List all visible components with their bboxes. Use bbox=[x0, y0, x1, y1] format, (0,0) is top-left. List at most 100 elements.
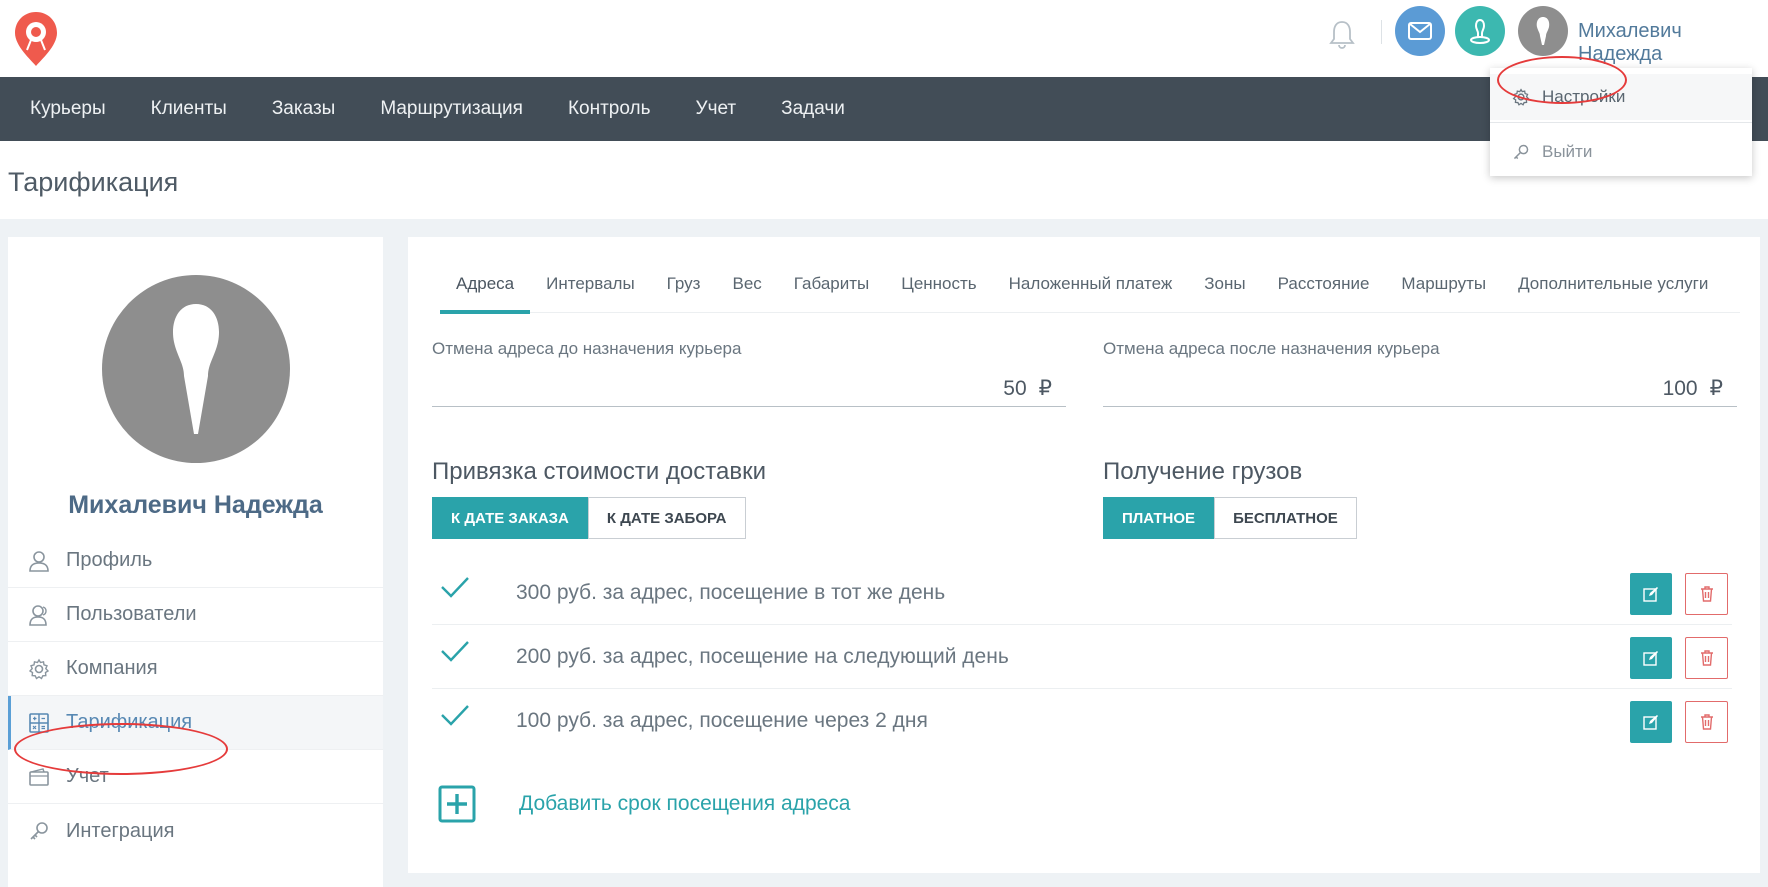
check-icon bbox=[441, 705, 469, 726]
cancel-before-field: Отмена адреса до назначения курьера 50 ₽ bbox=[432, 339, 1066, 407]
profile-menu: Профиль Пользователи Компания Тарификаци… bbox=[8, 534, 383, 858]
rate-text: 300 руб. за адрес, посещение в тот же де… bbox=[516, 581, 946, 604]
tariff-tabs: Адреса Интервалы Груз Вес Габариты Ценно… bbox=[440, 237, 1740, 314]
gear-icon bbox=[1512, 88, 1530, 106]
sidebar-item-label: Компания bbox=[66, 657, 158, 679]
trash-icon bbox=[1700, 650, 1713, 666]
tab-cargo[interactable]: Груз bbox=[651, 274, 717, 312]
bell-icon[interactable] bbox=[1327, 18, 1357, 50]
tab-value[interactable]: Ценность bbox=[885, 274, 992, 312]
nav-item-clients[interactable]: Клиенты bbox=[151, 98, 227, 120]
cancel-after-value: 100 bbox=[1662, 376, 1698, 400]
cancel-before-label: Отмена адреса до назначения курьера bbox=[432, 339, 742, 358]
tab-zones[interactable]: Зоны bbox=[1188, 274, 1261, 312]
profile-panel: Михалевич Надежда Профиль Пользователи К… bbox=[8, 237, 383, 887]
avatar bbox=[102, 275, 290, 463]
trash-icon bbox=[1700, 586, 1713, 602]
paid-button[interactable]: ПЛАТНОЕ bbox=[1103, 497, 1215, 539]
sidebar-item-company[interactable]: Компания bbox=[8, 642, 383, 696]
sidebar-item-profile[interactable]: Профиль bbox=[8, 534, 383, 588]
key-icon bbox=[30, 822, 48, 840]
tab-routes[interactable]: Маршруты bbox=[1385, 274, 1502, 312]
rate-row: 300 руб. за адрес, посещение в тот же де… bbox=[432, 561, 1732, 625]
binding-title: Привязка стоимости доставки bbox=[432, 458, 766, 485]
sidebar-item-label: Пользователи bbox=[66, 603, 197, 625]
tab-distance[interactable]: Расстояние bbox=[1262, 274, 1386, 312]
tab-weight[interactable]: Вес bbox=[716, 274, 777, 312]
sidebar-item-label: Учет bbox=[66, 765, 109, 787]
nav-item-control[interactable]: Контроль bbox=[568, 98, 651, 120]
nav-item-routing[interactable]: Маршрутизация bbox=[380, 98, 523, 120]
rate-row: 200 руб. за адрес, посещение на следующи… bbox=[432, 625, 1732, 689]
ruble-icon: ₽ bbox=[1709, 377, 1723, 400]
tab-addresses[interactable]: Адреса bbox=[440, 274, 531, 314]
sidebar-item-users[interactable]: Пользователи bbox=[8, 588, 383, 642]
calculator-icon bbox=[29, 712, 49, 733]
user-dropdown-menu: Настройки Выйти bbox=[1490, 56, 1752, 176]
nav-item-orders[interactable]: Заказы bbox=[272, 98, 336, 120]
delete-button[interactable] bbox=[1685, 637, 1728, 679]
tab-intervals[interactable]: Интервалы bbox=[530, 274, 651, 312]
cancel-before-value: 50 bbox=[1003, 376, 1027, 400]
cancel-after-label: Отмена адреса после назначения курьера bbox=[1103, 339, 1440, 358]
check-icon bbox=[441, 641, 469, 662]
pin-logo-icon[interactable] bbox=[13, 10, 59, 68]
top-header: Михалевич Надежда bbox=[0, 0, 1768, 77]
tab-extra-services[interactable]: Дополнительные услуги bbox=[1502, 274, 1724, 312]
edit-icon bbox=[1643, 715, 1658, 730]
sidebar-item-tariffs[interactable]: Тарификация bbox=[8, 696, 383, 750]
wallet-icon bbox=[29, 767, 49, 786]
sidebar-item-label: Интеграция bbox=[66, 819, 175, 842]
cancel-before-input[interactable]: 50 ₽ bbox=[432, 371, 1066, 407]
binding-toggle: К ДАТЕ ЗАКАЗА К ДАТЕ ЗАБОРА bbox=[432, 497, 746, 539]
sidebar-item-label: Профиль bbox=[66, 549, 153, 571]
user-avatar-icon[interactable] bbox=[1518, 6, 1568, 56]
delete-button[interactable] bbox=[1685, 573, 1728, 615]
rate-text: 100 руб. за адрес, посещение через 2 дня bbox=[516, 709, 928, 732]
rate-text: 200 руб. за адрес, посещение на следующи… bbox=[516, 645, 1009, 668]
add-visit-term[interactable]: Добавить срок посещения адреса bbox=[438, 782, 850, 826]
add-visit-term-label[interactable]: Добавить срок посещения адреса bbox=[519, 792, 850, 816]
cargo-toggle: ПЛАТНОЕ БЕСПЛАТНОЕ bbox=[1103, 497, 1357, 539]
order-date-button[interactable]: К ДАТЕ ЗАКАЗА bbox=[432, 497, 588, 539]
free-button[interactable]: БЕСПЛАТНОЕ bbox=[1214, 497, 1357, 539]
edit-button[interactable] bbox=[1630, 637, 1672, 679]
pickup-date-button[interactable]: К ДАТЕ ЗАБОРА bbox=[587, 497, 746, 539]
page-title: Тарификация bbox=[8, 167, 179, 197]
edit-icon bbox=[1643, 587, 1658, 602]
profile-name: Михалевич Надежда bbox=[68, 491, 323, 519]
cargo-title: Получение грузов bbox=[1103, 458, 1303, 485]
sidebar-item-label: Тарификация bbox=[66, 711, 193, 733]
courier-icon[interactable] bbox=[1455, 6, 1505, 56]
tab-dimensions[interactable]: Габариты bbox=[778, 274, 885, 312]
tab-cash-on-delivery[interactable]: Наложенный платеж bbox=[993, 274, 1189, 312]
sidebar-item-accounting[interactable]: Учет bbox=[8, 750, 383, 804]
logout-menu-item[interactable]: Выйти bbox=[1490, 129, 1752, 175]
mail-icon[interactable] bbox=[1395, 6, 1445, 56]
user-icon bbox=[29, 550, 49, 572]
tariff-content-panel: Адреса Интервалы Груз Вес Габариты Ценно… bbox=[408, 237, 1760, 873]
settings-label: Настройки bbox=[1542, 87, 1626, 106]
settings-menu-item[interactable]: Настройки bbox=[1490, 74, 1752, 120]
gear-icon bbox=[28, 658, 50, 680]
header-user-name[interactable]: Михалевич Надежда bbox=[1578, 20, 1768, 66]
nav-item-accounting[interactable]: Учет bbox=[696, 98, 737, 120]
logout-label: Выйти bbox=[1542, 142, 1593, 161]
rate-row: 100 руб. за адрес, посещение через 2 дня bbox=[432, 689, 1732, 753]
edit-icon bbox=[1643, 651, 1658, 666]
header-divider bbox=[1381, 20, 1382, 44]
nav-item-couriers[interactable]: Курьеры bbox=[30, 98, 106, 120]
edit-button[interactable] bbox=[1630, 701, 1672, 743]
cancel-after-input[interactable]: 100 ₽ bbox=[1103, 371, 1737, 407]
delete-button[interactable] bbox=[1685, 701, 1728, 743]
nav-item-tasks[interactable]: Задачи bbox=[781, 98, 845, 120]
cancel-after-field: Отмена адреса после назначения курьера 1… bbox=[1103, 339, 1737, 407]
users-icon bbox=[29, 604, 47, 626]
dropdown-divider bbox=[1490, 122, 1752, 123]
key-icon bbox=[1513, 144, 1529, 160]
ruble-icon: ₽ bbox=[1038, 377, 1052, 400]
edit-button[interactable] bbox=[1630, 573, 1672, 615]
plus-square-icon[interactable] bbox=[438, 785, 476, 823]
trash-icon bbox=[1700, 714, 1713, 730]
sidebar-item-integration[interactable]: Интеграция bbox=[8, 804, 383, 858]
